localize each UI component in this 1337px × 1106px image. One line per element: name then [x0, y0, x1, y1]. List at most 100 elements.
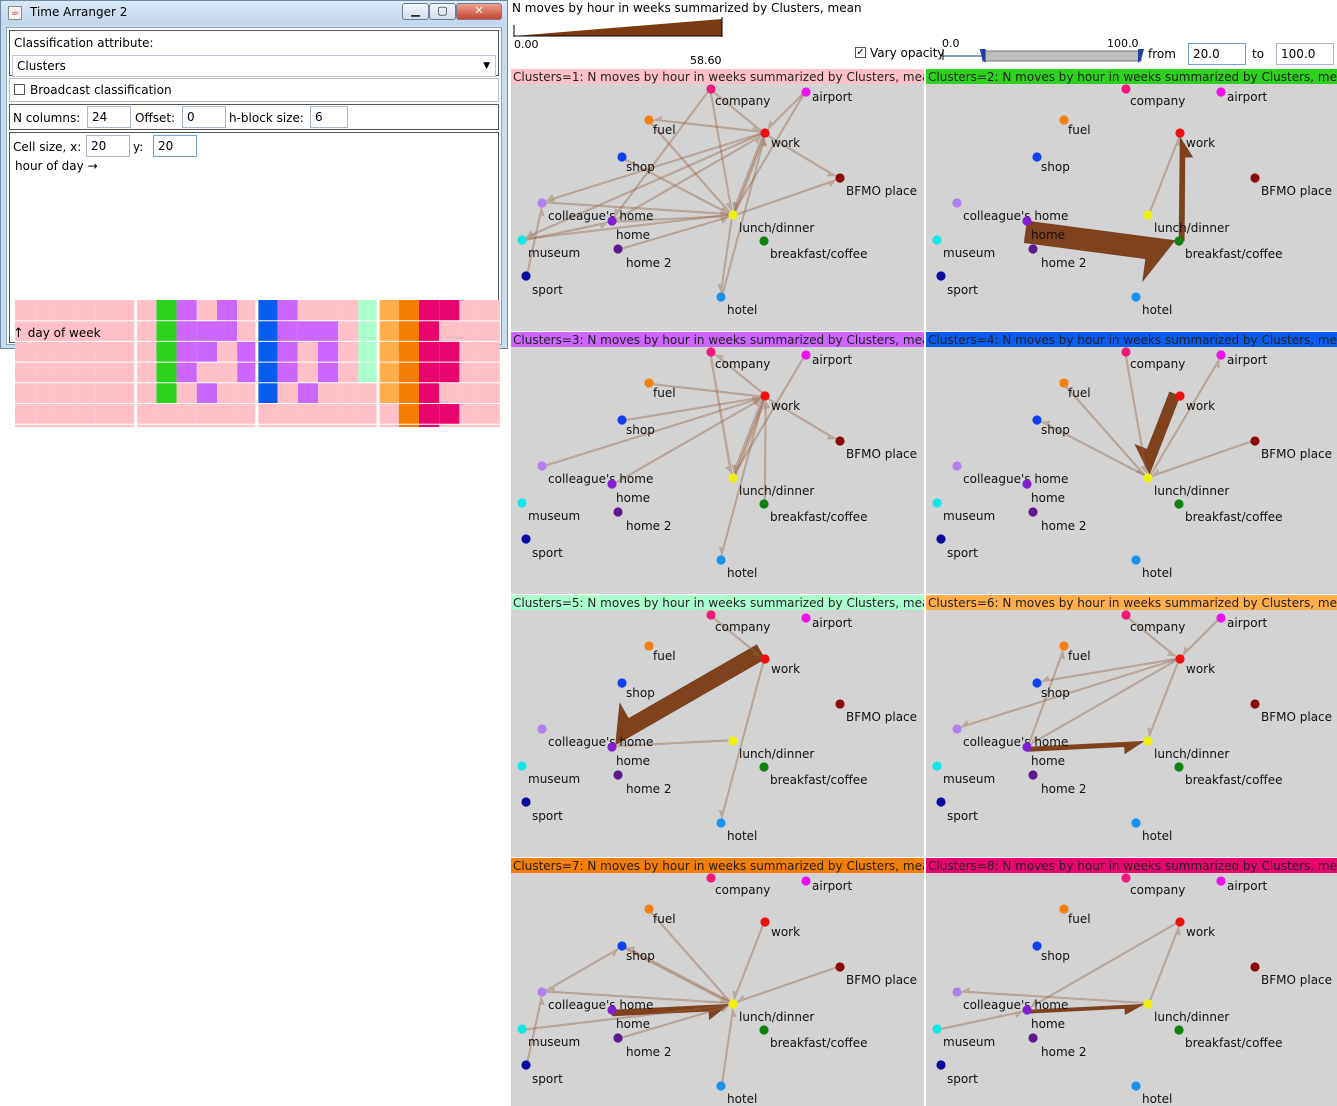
from-input[interactable]: 20.0: [1188, 43, 1246, 65]
place-marker[interactable]: [1022, 479, 1032, 489]
vary-opacity-checkbox[interactable]: ✓: [855, 47, 866, 58]
grid-cell[interactable]: [15, 362, 36, 383]
place-marker[interactable]: [1174, 236, 1184, 246]
place-marker[interactable]: [1131, 1081, 1141, 1091]
place-marker[interactable]: [1131, 292, 1141, 302]
grid-cell[interactable]: [237, 320, 258, 342]
grid-cell[interactable]: [318, 300, 339, 321]
place-marker[interactable]: [1174, 499, 1184, 509]
hblock-input[interactable]: 6: [310, 106, 348, 128]
place-marker[interactable]: [613, 770, 623, 780]
broadcast-checkbox[interactable]: [14, 84, 25, 95]
grid-cell[interactable]: [95, 341, 116, 363]
place-marker[interactable]: [760, 654, 770, 664]
grid-cell[interactable]: [277, 382, 298, 404]
place-marker[interactable]: [1175, 917, 1185, 927]
grid-cell[interactable]: [35, 362, 56, 383]
grid-cell[interactable]: [419, 362, 440, 383]
grid-cell[interactable]: [196, 320, 217, 342]
grid-cell[interactable]: [358, 320, 379, 342]
grid-cell[interactable]: [15, 403, 36, 425]
place-marker[interactable]: [936, 534, 946, 544]
grid-cell[interactable]: [75, 300, 96, 321]
grid-cell[interactable]: [277, 300, 298, 321]
grid-cell[interactable]: [116, 320, 137, 342]
grid-cell[interactable]: [358, 382, 379, 404]
grid-cell[interactable]: [156, 320, 177, 342]
grid-cell[interactable]: [136, 382, 157, 404]
place-marker[interactable]: [517, 498, 527, 508]
place-marker[interactable]: [607, 479, 617, 489]
grid-cell[interactable]: [277, 362, 298, 383]
place-marker[interactable]: [835, 962, 845, 972]
grid-cell[interactable]: [55, 382, 76, 404]
grid-cell[interactable]: [257, 362, 278, 383]
place-marker[interactable]: [952, 987, 962, 997]
place-marker[interactable]: [801, 876, 811, 886]
grid-cell[interactable]: [338, 362, 359, 383]
grid-cell[interactable]: [338, 341, 359, 363]
grid-cell[interactable]: [237, 341, 258, 363]
grid-cell[interactable]: [176, 382, 197, 404]
grid-cell[interactable]: [116, 362, 137, 383]
place-marker[interactable]: [835, 173, 845, 183]
grid-cell[interactable]: [479, 300, 500, 321]
place-marker[interactable]: [537, 724, 547, 734]
place-marker[interactable]: [936, 797, 946, 807]
grid-cell[interactable]: [439, 382, 460, 404]
place-marker[interactable]: [521, 797, 531, 807]
place-marker[interactable]: [759, 236, 769, 246]
grid-cell[interactable]: [196, 341, 217, 363]
grid-cell[interactable]: [358, 403, 379, 425]
cell-size-y-input[interactable]: 20: [153, 135, 197, 157]
classification-select[interactable]: Clusters ▼: [12, 55, 496, 77]
grid-cell[interactable]: [358, 362, 379, 383]
grid-cell[interactable]: [116, 300, 137, 321]
place-marker[interactable]: [1216, 350, 1226, 360]
grid-cell[interactable]: [439, 341, 460, 363]
place-marker[interactable]: [932, 235, 942, 245]
place-marker[interactable]: [760, 917, 770, 927]
grid-cell[interactable]: [156, 300, 177, 321]
grid-cell[interactable]: [338, 403, 359, 425]
grid-cell[interactable]: [439, 362, 460, 383]
grid-cell[interactable]: [338, 320, 359, 342]
place-marker[interactable]: [613, 507, 623, 517]
grid-cell[interactable]: [196, 382, 217, 404]
flow-map[interactable]: Clusters=5: N moves by hour in weeks sum…: [511, 595, 924, 857]
grid-cell[interactable]: [35, 300, 56, 321]
grid-cell[interactable]: [378, 341, 399, 363]
grid-cell[interactable]: [136, 403, 157, 425]
grid-cell[interactable]: [318, 341, 339, 363]
grid-cell[interactable]: [338, 300, 359, 321]
grid-cell[interactable]: [75, 341, 96, 363]
place-marker[interactable]: [706, 347, 716, 357]
grid-cell[interactable]: [95, 362, 116, 383]
grid-cell[interactable]: [257, 403, 278, 425]
grid-cell[interactable]: [15, 300, 36, 321]
place-marker[interactable]: [1174, 762, 1184, 772]
place-marker[interactable]: [716, 555, 726, 565]
place-marker[interactable]: [760, 391, 770, 401]
place-marker[interactable]: [537, 987, 547, 997]
grid-cell[interactable]: [479, 320, 500, 342]
flow-map[interactable]: Clusters=1: N moves by hour in weeks sum…: [511, 69, 924, 331]
map-panel-cluster-5[interactable]: Clusters=5: N moves by hour in weeks sum…: [511, 595, 924, 857]
grid-cell[interactable]: [257, 341, 278, 363]
grid-cell[interactable]: [136, 362, 157, 383]
place-marker[interactable]: [716, 1081, 726, 1091]
grid-cell[interactable]: [136, 300, 157, 321]
place-marker[interactable]: [1175, 391, 1185, 401]
map-panel-cluster-2[interactable]: Clusters=2: N moves by hour in weeks sum…: [926, 69, 1337, 331]
place-marker[interactable]: [759, 499, 769, 509]
place-marker[interactable]: [1175, 128, 1185, 138]
grid-cell[interactable]: [75, 362, 96, 383]
place-marker[interactable]: [759, 762, 769, 772]
grid-cell[interactable]: [459, 341, 480, 363]
grid-cell[interactable]: [176, 362, 197, 383]
grid-cell[interactable]: [439, 300, 460, 321]
grid-cell[interactable]: [237, 362, 258, 383]
place-marker[interactable]: [521, 1060, 531, 1070]
grid-cell[interactable]: [35, 341, 56, 363]
grid-cell[interactable]: [217, 403, 238, 425]
